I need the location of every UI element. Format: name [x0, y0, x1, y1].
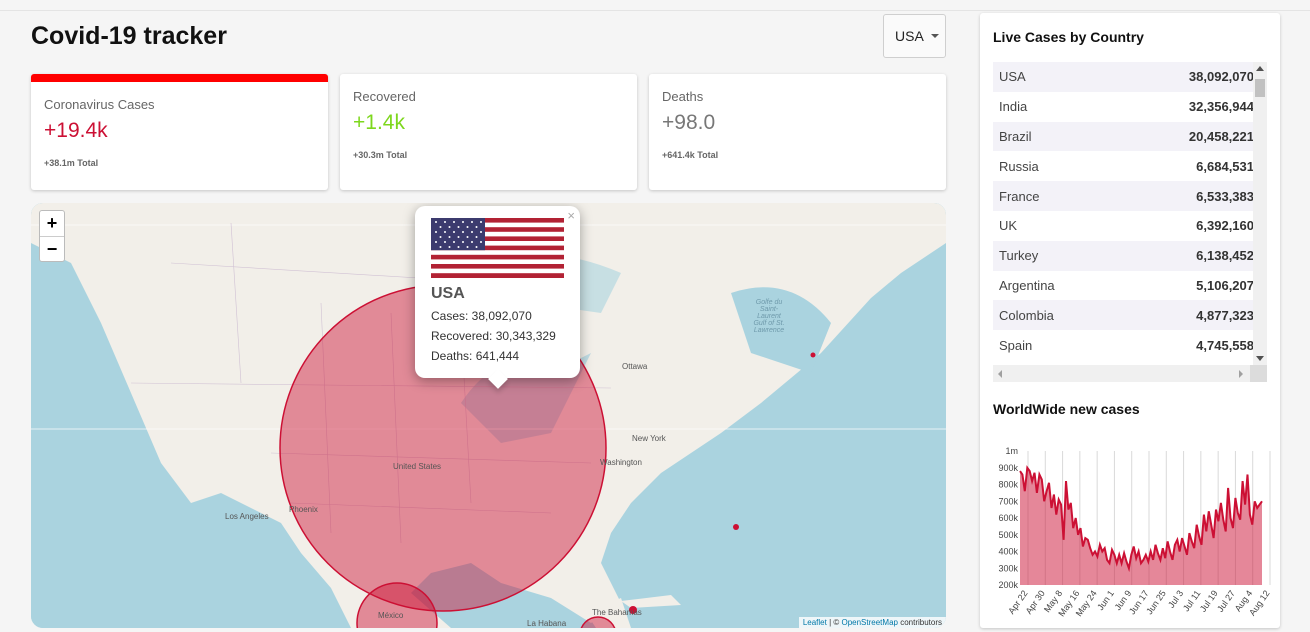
- label-gulf: Golfe du Saint-Laurent Gulf of St. Lawre…: [753, 299, 785, 334]
- label-bahamas: The Bahamas: [592, 608, 642, 617]
- country-cases: 6,392,160: [1196, 218, 1254, 234]
- table-row[interactable]: Spain 4,745,558: [993, 330, 1267, 360]
- x-tick-label: Jul 27: [1215, 588, 1237, 613]
- table-row[interactable]: USA 38,092,070: [993, 62, 1267, 92]
- y-tick-label: 200k: [998, 580, 1018, 590]
- label-united-states: United States: [393, 462, 442, 471]
- scroll-down-icon[interactable]: [1256, 356, 1264, 361]
- country-name: Argentina: [999, 277, 1055, 293]
- live-cases-title: Live Cases by Country: [993, 29, 1144, 45]
- cases-value: +19.4k: [44, 119, 108, 142]
- country-cases: 6,138,452: [1196, 248, 1254, 264]
- country-name: Turkey: [999, 248, 1039, 264]
- scrollbar-corner: [1250, 365, 1267, 382]
- table-row[interactable]: Argentina 5,106,207: [993, 271, 1267, 301]
- country-name: India: [999, 99, 1028, 115]
- popup-recovered: Recovered: 30,343,329: [431, 329, 556, 343]
- table-row[interactable]: India 32,356,944: [993, 92, 1267, 122]
- country-select[interactable]: USA: [883, 14, 946, 58]
- scroll-up-icon[interactable]: [1256, 66, 1264, 71]
- sidebar-panel: Live Cases by Country USA 38,092,070 India…: [980, 13, 1280, 628]
- deaths-value: +98.0: [662, 111, 716, 134]
- app-title: Covid-19 tracker: [31, 22, 227, 50]
- popup-close-button[interactable]: ×: [567, 208, 575, 223]
- country-name: France: [999, 188, 1040, 204]
- y-tick-label: 1m: [1005, 446, 1018, 456]
- top-border: [0, 10, 1310, 11]
- label-new-york: New York: [632, 434, 666, 443]
- cases-card[interactable]: Coronavirus Cases +19.4k +38.1m Total: [31, 74, 328, 190]
- recovered-total: +30.3m Total: [353, 150, 408, 160]
- usa-flag-image: [431, 218, 564, 278]
- popup-country-name: USA: [431, 285, 465, 302]
- country-select-value: USA: [895, 28, 924, 44]
- country-cases: 4,745,558: [1196, 337, 1254, 353]
- y-tick-label: 700k: [998, 496, 1018, 506]
- live-cases-rows: USA 38,092,070 India 32,356,944 Brazil 20,458…: [993, 62, 1267, 360]
- label-ottawa: Ottawa: [622, 362, 648, 371]
- recovered-card[interactable]: Recovered +1.4k +30.3m Total: [340, 74, 637, 190]
- label-mexico: México: [378, 611, 404, 620]
- scrollbar-thumb[interactable]: [1255, 79, 1265, 97]
- osm-link[interactable]: OpenStreetMap: [841, 618, 897, 627]
- worldwide-title: WorldWide new cases: [993, 401, 1140, 417]
- table-row[interactable]: Turkey 6,138,452: [993, 240, 1267, 271]
- country-cases: 6,684,531: [1196, 158, 1254, 174]
- y-tick-label: 600k: [998, 513, 1018, 523]
- caret-down-icon: [930, 34, 939, 38]
- country-name: Colombia: [999, 307, 1054, 323]
- live-cases-table[interactable]: USA 38,092,070 India 32,356,944 Brazil 20,458…: [993, 62, 1267, 382]
- country-name: Brazil: [999, 128, 1032, 144]
- map-attribution: Leaflet | © OpenStreetMap contributors: [798, 617, 946, 628]
- country-name: Spain: [999, 337, 1033, 353]
- label-washington: Washington: [600, 458, 642, 467]
- country-cases: 6,533,383: [1196, 188, 1254, 204]
- table-row[interactable]: France 6,533,383: [993, 181, 1267, 211]
- table-row[interactable]: UK 6,392,160: [993, 211, 1267, 241]
- zoom-in-button[interactable]: +: [40, 211, 64, 236]
- country-cases: 4,877,323: [1196, 307, 1254, 323]
- label-los-angeles: Los Angeles: [225, 512, 269, 521]
- popup-deaths: Deaths: 641,444: [431, 349, 520, 363]
- cases-total: +38.1m Total: [44, 158, 99, 168]
- table-row[interactable]: Russia 6,684,531: [993, 151, 1267, 181]
- label-la-habana: La Habana: [527, 619, 567, 628]
- country-cases: 5,106,207: [1196, 277, 1254, 293]
- x-tick-label: Jun 1: [1095, 588, 1116, 612]
- zoom-control: + −: [39, 210, 65, 262]
- label-phoenix: Phoenix: [289, 505, 318, 514]
- leaflet-link[interactable]: Leaflet: [803, 618, 827, 627]
- deaths-total: +641.4k Total: [662, 150, 719, 160]
- world-map[interactable]: United States Los Angeles Phoenix Ottawa…: [31, 203, 946, 628]
- country-cases: 38,092,070: [1188, 69, 1254, 85]
- country-name: UK: [999, 218, 1018, 234]
- y-tick-label: 800k: [998, 480, 1018, 490]
- scroll-left-icon[interactable]: [998, 370, 1002, 378]
- country-cases: 32,356,944: [1188, 99, 1254, 115]
- scroll-right-icon[interactable]: [1239, 370, 1243, 378]
- y-tick-label: 300k: [998, 563, 1018, 573]
- country-popup: × USA Cases: 38,092,070 Recovered: 30,34…: [415, 206, 580, 389]
- country-cases: 20,458,221: [1188, 128, 1254, 144]
- deaths-card[interactable]: Deaths +98.0 +641.4k Total: [649, 74, 946, 190]
- deaths-title: Deaths: [662, 89, 704, 104]
- popup-cases: Cases: 38,092,070: [431, 309, 532, 323]
- active-card-indicator: [31, 74, 328, 82]
- country-name: Russia: [999, 158, 1039, 174]
- table-row[interactable]: Colombia 4,877,323: [993, 300, 1267, 331]
- recovered-value: +1.4k: [353, 111, 405, 134]
- vertical-scrollbar[interactable]: [1253, 62, 1267, 365]
- horizontal-scrollbar[interactable]: [993, 365, 1267, 382]
- table-row[interactable]: Brazil 20,458,221: [993, 121, 1267, 152]
- worldwide-chart: 200k300k400k500k600k700k800k900k1mApr 22…: [998, 446, 1271, 618]
- recovered-title: Recovered: [353, 89, 416, 104]
- y-tick-label: 500k: [998, 530, 1018, 540]
- country-name: USA: [999, 69, 1026, 85]
- zoom-out-button[interactable]: −: [40, 236, 64, 261]
- y-tick-label: 400k: [998, 547, 1018, 557]
- y-tick-label: 900k: [998, 463, 1018, 473]
- cases-title: Coronavirus Cases: [44, 97, 155, 112]
